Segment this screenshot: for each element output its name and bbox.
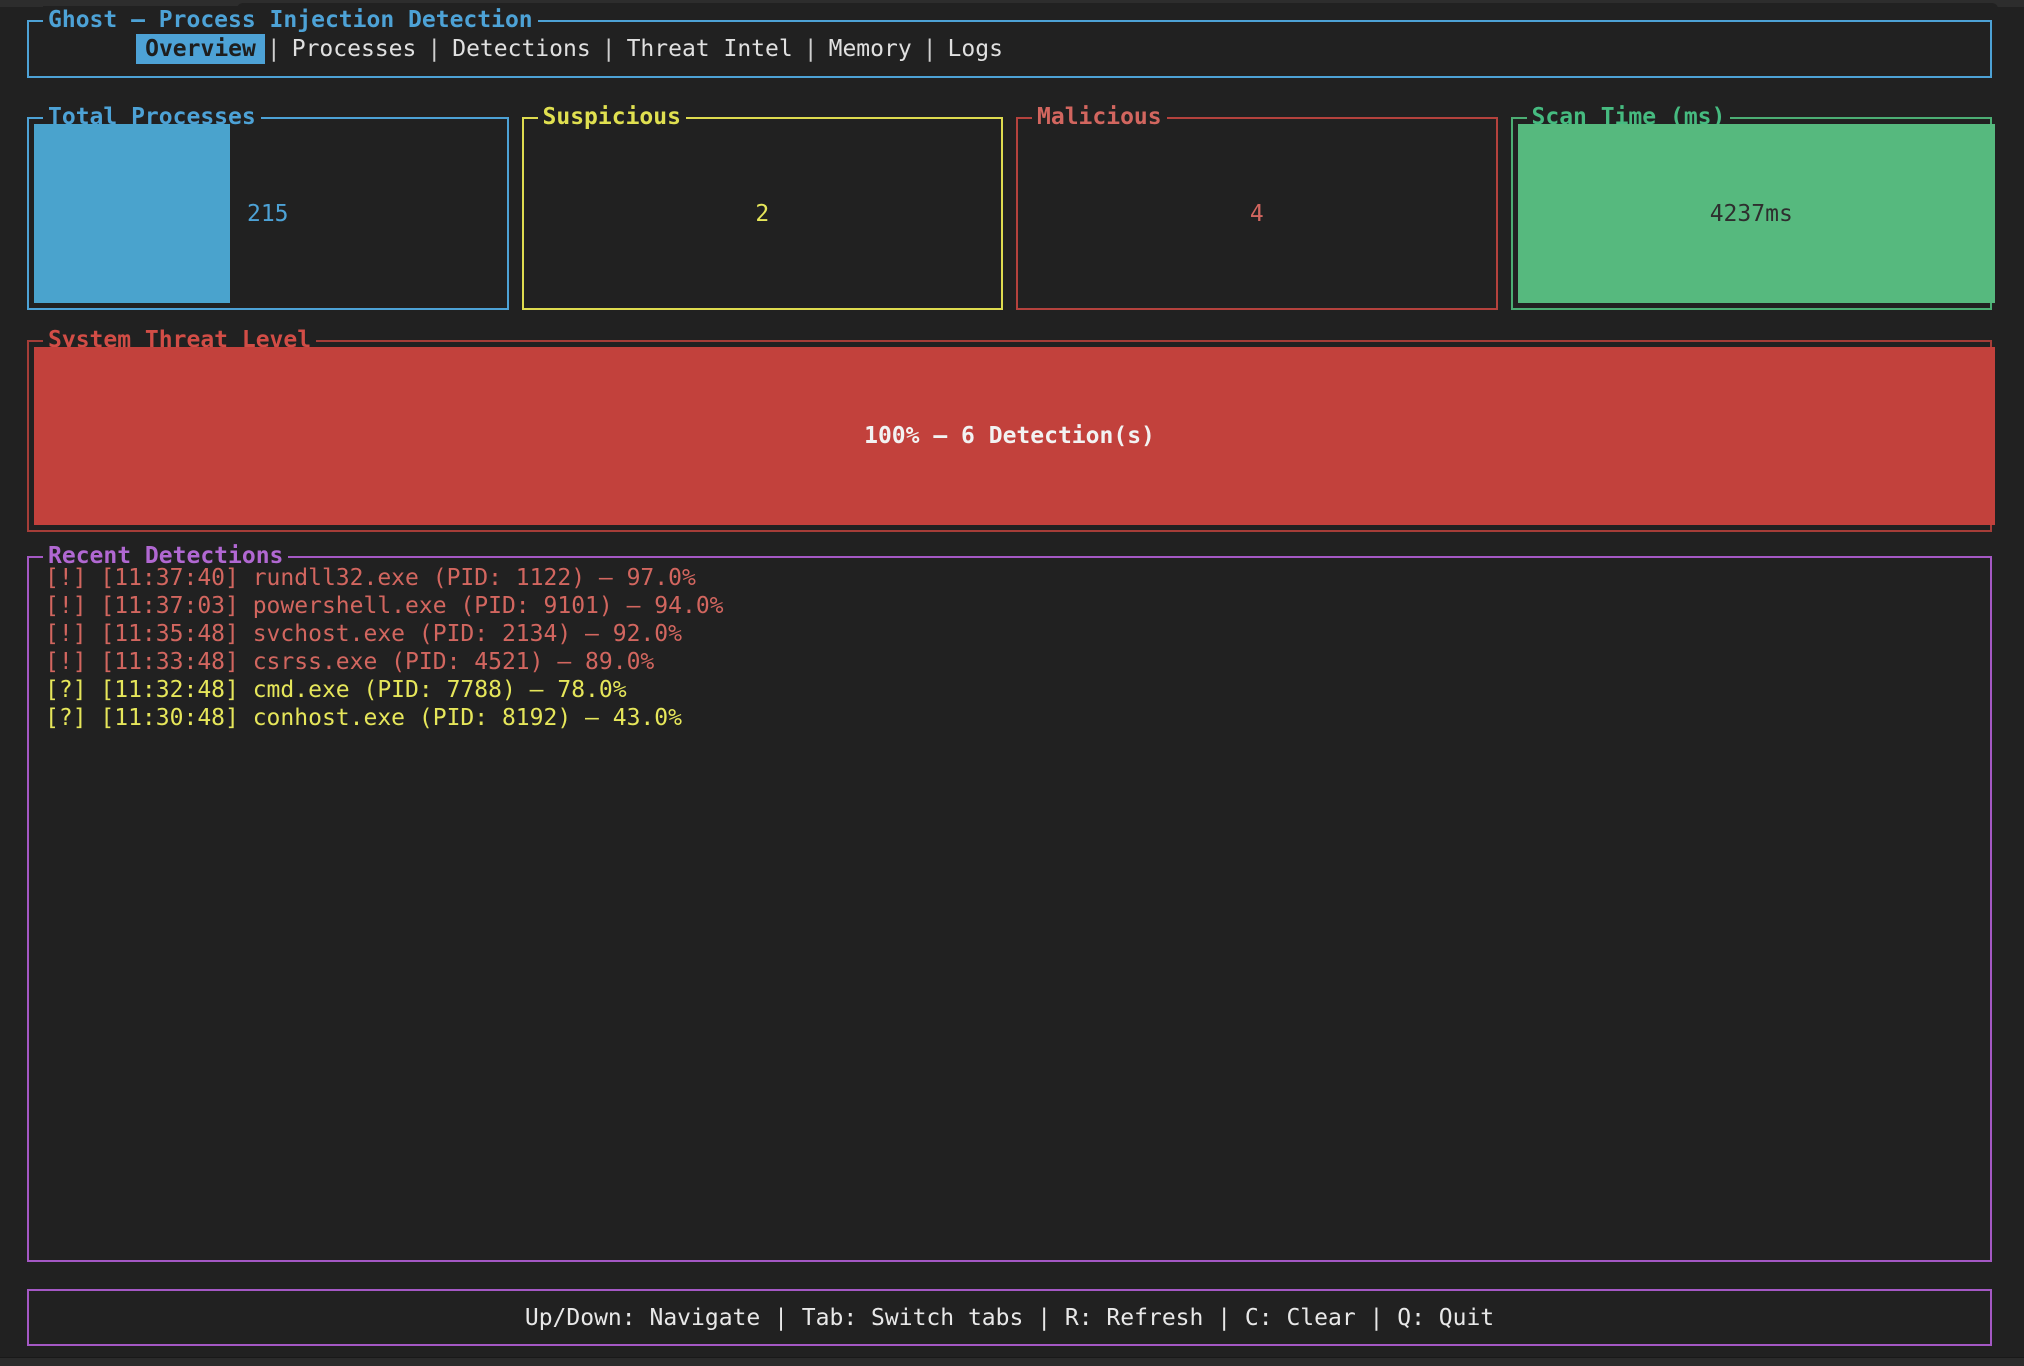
tab-logs[interactable]: Logs <box>939 34 1012 64</box>
threat-level-box: System Threat Level 100% – 6 Detection(s… <box>27 340 1992 532</box>
app-screen: Ghost – Process Injection Detection Over… <box>0 0 2024 1366</box>
suspicious-value: 2 <box>524 201 1002 227</box>
recent-detections-box: Recent Detections [!] [11:37:40] rundll3… <box>27 556 1992 1262</box>
tab-separator: | <box>600 36 618 62</box>
stat-scan-time: Scan Time (ms) 4237ms <box>1511 117 1993 310</box>
window-chrome-bottom <box>0 1357 2024 1366</box>
tab-bar: Overview|Processes|Detections|Threat Int… <box>53 10 1012 88</box>
stat-malicious: Malicious 4 <box>1016 117 1498 310</box>
detection-row[interactable]: [?] [11:32:48] cmd.exe (PID: 7788) – 78.… <box>45 676 1980 704</box>
malicious-value: 4 <box>1018 201 1496 227</box>
help-bar-box: Up/Down: Navigate | Tab: Switch tabs | R… <box>27 1289 1992 1346</box>
tab-separator: | <box>265 36 283 62</box>
detections-list: [!] [11:37:40] rundll32.exe (PID: 1122) … <box>45 564 1980 732</box>
tab-threat-intel[interactable]: Threat Intel <box>618 34 802 64</box>
stats-row: Total Processes 215 Suspicious 2 Malicio… <box>27 117 1992 310</box>
detection-row[interactable]: [!] [11:35:48] svchost.exe (PID: 2134) –… <box>45 620 1980 648</box>
help-bar-text: Up/Down: Navigate | Tab: Switch tabs | R… <box>29 1305 1990 1331</box>
scan-time-value: 4237ms <box>1513 201 1991 227</box>
stat-malicious-label: Malicious <box>1032 103 1167 131</box>
detection-row[interactable]: [!] [11:37:40] rundll32.exe (PID: 1122) … <box>45 564 1980 592</box>
stat-total-processes: Total Processes 215 <box>27 117 509 310</box>
detection-row[interactable]: [?] [11:30:48] conhost.exe (PID: 8192) –… <box>45 704 1980 732</box>
tab-separator: | <box>425 36 443 62</box>
title-bar-box: Ghost – Process Injection Detection Over… <box>27 20 1992 78</box>
detection-row[interactable]: [!] [11:33:48] csrss.exe (PID: 4521) – 8… <box>45 648 1980 676</box>
tab-processes[interactable]: Processes <box>283 34 426 64</box>
tab-memory[interactable]: Memory <box>820 34 921 64</box>
tab-separator: | <box>921 36 939 62</box>
tab-separator: | <box>802 36 820 62</box>
stat-suspicious: Suspicious 2 <box>522 117 1004 310</box>
threat-level-value: 100% – 6 Detection(s) <box>29 423 1990 449</box>
stat-suspicious-label: Suspicious <box>538 103 686 131</box>
tab-overview[interactable]: Overview <box>136 34 265 64</box>
total-processes-value: 215 <box>29 201 507 227</box>
tab-detections[interactable]: Detections <box>443 34 599 64</box>
detection-row[interactable]: [!] [11:37:03] powershell.exe (PID: 9101… <box>45 592 1980 620</box>
